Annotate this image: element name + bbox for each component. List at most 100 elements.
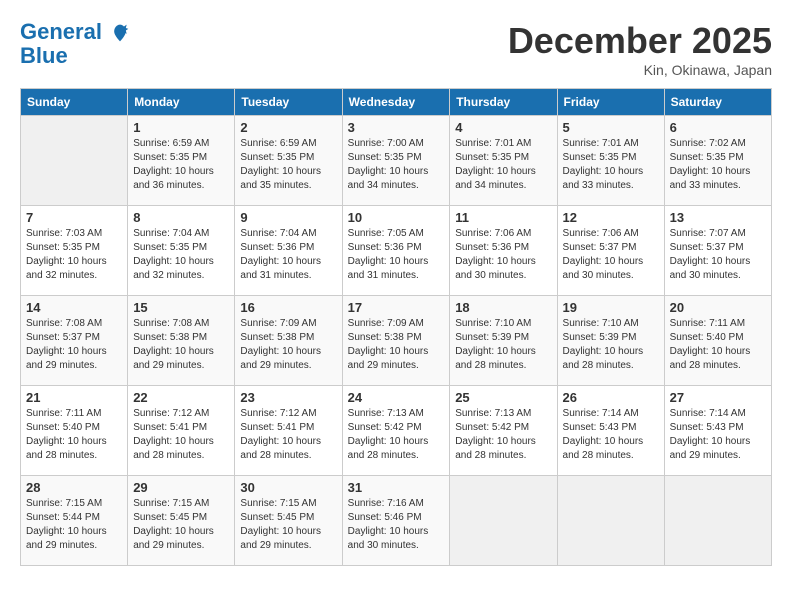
- cell-info: Sunrise: 7:08 AMSunset: 5:38 PMDaylight:…: [133, 317, 229, 373]
- calendar-cell: 17 Sunrise: 7:09 AMSunset: 5:38 PMDayligh…: [342, 296, 450, 386]
- day-number: 12: [563, 210, 659, 225]
- calendar-cell: 23 Sunrise: 7:12 AMSunset: 5:41 PMDayligh…: [235, 386, 342, 476]
- day-number: 17: [348, 300, 445, 315]
- day-number: 3: [348, 120, 445, 135]
- calendar-cell: 8Sunrise: 7:04 AMSunset: 5:35 PMDaylight…: [128, 206, 235, 296]
- calendar-week-1: 1 Sunrise: 6:59 AMSunset: 5:35 PMDaylight…: [21, 116, 772, 206]
- month-title: December 2025: [508, 20, 772, 62]
- calendar-cell: 25 Sunrise: 7:13 AMSunset: 5:42 PMDayligh…: [450, 386, 557, 476]
- calendar-cell: 7Sunrise: 7:03 AMSunset: 5:35 PMDaylight…: [21, 206, 128, 296]
- cell-info: Sunrise: 7:01 AMSunset: 5:35 PMDaylight:…: [455, 137, 551, 193]
- weekday-header-friday: Friday: [557, 89, 664, 116]
- cell-info: Sunrise: 7:15 AMSunset: 5:45 PMDaylight:…: [133, 497, 229, 553]
- calendar-cell: 5 Sunrise: 7:01 AMSunset: 5:35 PMDaylight…: [557, 116, 664, 206]
- calendar-cell: 11Sunrise: 7:06 AMSunset: 5:36 PMDayligh…: [450, 206, 557, 296]
- calendar-cell: 21Sunrise: 7:11 AMSunset: 5:40 PMDayligh…: [21, 386, 128, 476]
- cell-info: Sunrise: 7:11 AMSunset: 5:40 PMDaylight:…: [670, 317, 766, 373]
- calendar-cell: 29 Sunrise: 7:15 AMSunset: 5:45 PMDayligh…: [128, 476, 235, 566]
- day-number: 11: [455, 210, 551, 225]
- cell-info: Sunrise: 7:04 AMSunset: 5:36 PMDaylight:…: [240, 227, 336, 283]
- cell-info: Sunrise: 7:09 AMSunset: 5:38 PMDaylight:…: [240, 317, 336, 373]
- calendar-cell: 27Sunrise: 7:14 AMSunset: 5:43 PMDayligh…: [664, 386, 771, 476]
- calendar-cell: 18 Sunrise: 7:10 AMSunset: 5:39 PMDayligh…: [450, 296, 557, 386]
- day-number: 14: [26, 300, 122, 315]
- calendar-cell: 24 Sunrise: 7:13 AMSunset: 5:42 PMDayligh…: [342, 386, 450, 476]
- calendar-cell: 9 Sunrise: 7:04 AMSunset: 5:36 PMDaylight…: [235, 206, 342, 296]
- calendar-cell: [21, 116, 128, 206]
- calendar-cell: 19 Sunrise: 7:10 AMSunset: 5:39 PMDayligh…: [557, 296, 664, 386]
- day-number: 24: [348, 390, 445, 405]
- day-number: 2: [240, 120, 336, 135]
- cell-info: Sunrise: 7:05 AMSunset: 5:36 PMDaylight:…: [348, 227, 445, 283]
- cell-info: Sunrise: 7:03 AMSunset: 5:35 PMDaylight:…: [26, 227, 122, 283]
- day-number: 22: [133, 390, 229, 405]
- weekday-header-sunday: Sunday: [21, 89, 128, 116]
- day-number: 23: [240, 390, 336, 405]
- day-number: 9: [240, 210, 336, 225]
- calendar-body: 1 Sunrise: 6:59 AMSunset: 5:35 PMDaylight…: [21, 116, 772, 566]
- day-number: 5: [563, 120, 659, 135]
- calendar-cell: 30 Sunrise: 7:15 AMSunset: 5:45 PMDayligh…: [235, 476, 342, 566]
- logo: General Blue: [20, 20, 130, 68]
- calendar-cell: 15 Sunrise: 7:08 AMSunset: 5:38 PMDayligh…: [128, 296, 235, 386]
- cell-info: Sunrise: 7:02 AMSunset: 5:35 PMDaylight:…: [670, 137, 766, 193]
- cell-info: Sunrise: 6:59 AMSunset: 5:35 PMDaylight:…: [240, 137, 336, 193]
- day-number: 20: [670, 300, 766, 315]
- cell-info: Sunrise: 7:16 AMSunset: 5:46 PMDaylight:…: [348, 497, 445, 553]
- day-number: 19: [563, 300, 659, 315]
- calendar-cell: 2 Sunrise: 6:59 AMSunset: 5:35 PMDaylight…: [235, 116, 342, 206]
- calendar-cell: 12 Sunrise: 7:06 AMSunset: 5:37 PMDayligh…: [557, 206, 664, 296]
- location: Kin, Okinawa, Japan: [508, 62, 772, 78]
- day-number: 26: [563, 390, 659, 405]
- cell-info: Sunrise: 7:10 AMSunset: 5:39 PMDaylight:…: [563, 317, 659, 373]
- calendar-cell: [557, 476, 664, 566]
- cell-info: Sunrise: 7:14 AMSunset: 5:43 PMDaylight:…: [670, 407, 766, 463]
- weekday-header-wednesday: Wednesday: [342, 89, 450, 116]
- cell-info: Sunrise: 7:07 AMSunset: 5:37 PMDaylight:…: [670, 227, 766, 283]
- weekday-header-thursday: Thursday: [450, 89, 557, 116]
- calendar-week-3: 14 Sunrise: 7:08 AMSunset: 5:37 PMDayligh…: [21, 296, 772, 386]
- calendar-cell: 14 Sunrise: 7:08 AMSunset: 5:37 PMDayligh…: [21, 296, 128, 386]
- cell-info: Sunrise: 7:01 AMSunset: 5:35 PMDaylight:…: [563, 137, 659, 193]
- day-number: 18: [455, 300, 551, 315]
- cell-info: Sunrise: 6:59 AMSunset: 5:35 PMDaylight:…: [133, 137, 229, 193]
- day-number: 6: [670, 120, 766, 135]
- weekday-header-saturday: Saturday: [664, 89, 771, 116]
- calendar-cell: 13 Sunrise: 7:07 AMSunset: 5:37 PMDayligh…: [664, 206, 771, 296]
- calendar-cell: 4Sunrise: 7:01 AMSunset: 5:35 PMDaylight…: [450, 116, 557, 206]
- calendar-cell: 20 Sunrise: 7:11 AMSunset: 5:40 PMDayligh…: [664, 296, 771, 386]
- cell-info: Sunrise: 7:15 AMSunset: 5:45 PMDaylight:…: [240, 497, 336, 553]
- calendar-week-2: 7Sunrise: 7:03 AMSunset: 5:35 PMDaylight…: [21, 206, 772, 296]
- weekday-header-monday: Monday: [128, 89, 235, 116]
- cell-info: Sunrise: 7:09 AMSunset: 5:38 PMDaylight:…: [348, 317, 445, 373]
- calendar-cell: 22Sunrise: 7:12 AMSunset: 5:41 PMDayligh…: [128, 386, 235, 476]
- day-number: 15: [133, 300, 229, 315]
- cell-info: Sunrise: 7:12 AMSunset: 5:41 PMDaylight:…: [240, 407, 336, 463]
- cell-info: Sunrise: 7:04 AMSunset: 5:35 PMDaylight:…: [133, 227, 229, 283]
- cell-info: Sunrise: 7:08 AMSunset: 5:37 PMDaylight:…: [26, 317, 122, 373]
- calendar-cell: 6 Sunrise: 7:02 AMSunset: 5:35 PMDaylight…: [664, 116, 771, 206]
- cell-info: Sunrise: 7:10 AMSunset: 5:39 PMDaylight:…: [455, 317, 551, 373]
- day-number: 10: [348, 210, 445, 225]
- day-number: 29: [133, 480, 229, 495]
- calendar-week-5: 28Sunrise: 7:15 AMSunset: 5:44 PMDayligh…: [21, 476, 772, 566]
- calendar-cell: 26 Sunrise: 7:14 AMSunset: 5:43 PMDayligh…: [557, 386, 664, 476]
- weekday-header-tuesday: Tuesday: [235, 89, 342, 116]
- calendar-cell: [450, 476, 557, 566]
- day-number: 16: [240, 300, 336, 315]
- title-block: December 2025 Kin, Okinawa, Japan: [508, 20, 772, 78]
- logo-text: General Blue: [20, 20, 130, 68]
- day-number: 1: [133, 120, 229, 135]
- day-number: 28: [26, 480, 122, 495]
- page-header: General Blue December 2025 Kin, Okinawa,…: [20, 20, 772, 78]
- day-number: 21: [26, 390, 122, 405]
- day-number: 13: [670, 210, 766, 225]
- cell-info: Sunrise: 7:14 AMSunset: 5:43 PMDaylight:…: [563, 407, 659, 463]
- cell-info: Sunrise: 7:00 AMSunset: 5:35 PMDaylight:…: [348, 137, 445, 193]
- calendar-cell: 16 Sunrise: 7:09 AMSunset: 5:38 PMDayligh…: [235, 296, 342, 386]
- day-number: 30: [240, 480, 336, 495]
- day-number: 25: [455, 390, 551, 405]
- cell-info: Sunrise: 7:06 AMSunset: 5:37 PMDaylight:…: [563, 227, 659, 283]
- cell-info: Sunrise: 7:13 AMSunset: 5:42 PMDaylight:…: [455, 407, 551, 463]
- cell-info: Sunrise: 7:13 AMSunset: 5:42 PMDaylight:…: [348, 407, 445, 463]
